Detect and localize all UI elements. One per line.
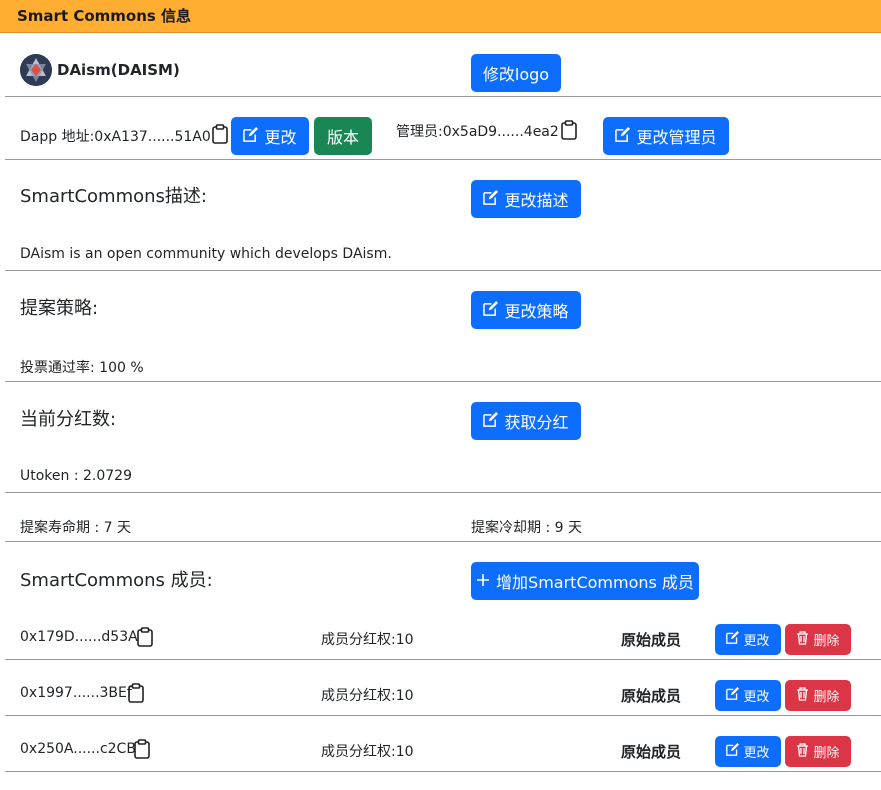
plus-icon	[476, 572, 490, 591]
member-weight: 成员分红权:10	[321, 632, 414, 648]
dao-name: DAism(DAISM)	[57, 61, 180, 79]
version-label: 版本	[326, 128, 359, 147]
description-text: DAism is an open community which develop…	[20, 246, 392, 262]
clipboard-icon[interactable]	[136, 627, 154, 651]
divider	[5, 96, 881, 97]
edit-member-label: 更改	[743, 746, 770, 761]
panel-title: Smart Commons 信息	[17, 7, 192, 25]
edit-icon	[726, 743, 740, 760]
member-row: 0x1997......3BEf 成员分红权:10 原始成员 更改 删除	[0, 668, 881, 716]
edit-icon	[483, 300, 499, 320]
edit-icon	[483, 189, 499, 209]
edit-icon	[726, 687, 740, 704]
member-weight: 成员分红权:10	[321, 688, 414, 704]
member-address: 0x1997......3BEf	[20, 685, 132, 701]
member-role: 原始成员	[621, 687, 682, 705]
delete-member-button[interactable]: 删除	[785, 736, 851, 767]
delete-member-label: 删除	[813, 746, 840, 761]
delete-member-button[interactable]: 删除	[785, 680, 851, 711]
add-member-button[interactable]: 增加SmartCommons 成员	[471, 562, 699, 600]
get-dividend-button[interactable]: 获取分红	[471, 402, 581, 440]
edit-description-button[interactable]: 更改描述	[471, 180, 581, 218]
divider	[5, 715, 881, 716]
edit-member-button[interactable]: 更改	[715, 736, 781, 767]
strategy-heading: 提案策略:	[20, 298, 99, 319]
pass-rate: 投票通过率: 100 %	[20, 360, 144, 376]
member-address: 0x250A......c2CB	[20, 741, 136, 757]
divider	[5, 381, 881, 382]
member-role: 原始成员	[621, 743, 682, 761]
dividend-heading: 当前分红数:	[20, 409, 117, 430]
trash-icon	[796, 630, 809, 649]
get-dividend-label: 获取分红	[504, 413, 569, 432]
divider	[5, 771, 881, 772]
change-address-button[interactable]: 更改	[231, 117, 309, 155]
edit-strategy-button[interactable]: 更改策略	[471, 291, 581, 329]
clipboard-icon[interactable]	[133, 739, 151, 763]
proposal-lifetime: 提案寿命期 : 7 天	[20, 520, 131, 536]
edit-member-label: 更改	[743, 634, 770, 649]
change-address-label: 更改	[264, 128, 297, 147]
delete-member-button[interactable]: 删除	[785, 624, 851, 655]
divider	[5, 159, 881, 160]
dao-logo	[20, 54, 52, 86]
edit-icon	[243, 126, 259, 146]
edit-strategy-label: 更改策略	[504, 302, 569, 321]
trash-icon	[796, 686, 809, 705]
change-logo-label: 修改logo	[482, 65, 550, 84]
clipboard-icon[interactable]	[211, 124, 229, 148]
edit-member-button[interactable]: 更改	[715, 624, 781, 655]
change-manager-button[interactable]: 更改管理员	[603, 117, 729, 155]
add-member-label: 增加SmartCommons 成员	[496, 573, 694, 592]
manager-address: 管理员:0x5aD9......4ea2	[396, 124, 559, 140]
trash-icon	[796, 742, 809, 761]
change-manager-label: 更改管理员	[636, 128, 717, 147]
clipboard-icon[interactable]	[560, 120, 578, 144]
member-row: 0x250A......c2CB 成员分红权:10 原始成员 更改 删除	[0, 724, 881, 772]
divider	[5, 541, 881, 542]
member-weight: 成员分红权:10	[321, 744, 414, 760]
proposal-cooldown: 提案冷却期 : 9 天	[471, 520, 582, 536]
dapp-address: Dapp 地址:0xA137......51A0	[20, 129, 211, 145]
panel-header: Smart Commons 信息	[0, 0, 881, 33]
member-role: 原始成员	[621, 631, 682, 649]
edit-member-button[interactable]: 更改	[715, 680, 781, 711]
divider	[5, 492, 881, 493]
edit-description-label: 更改描述	[504, 191, 569, 210]
change-logo-button[interactable]: 修改logo	[471, 54, 561, 92]
edit-icon	[726, 631, 740, 648]
member-address: 0x179D......d53A	[20, 629, 138, 645]
edit-icon	[483, 411, 499, 431]
divider	[5, 270, 881, 271]
edit-icon	[615, 126, 631, 146]
divider	[5, 659, 881, 660]
delete-member-label: 删除	[813, 634, 840, 649]
version-button[interactable]: 版本	[314, 117, 372, 155]
member-row: 0x179D......d53A 成员分红权:10 原始成员 更改 删除	[0, 612, 881, 660]
delete-member-label: 删除	[813, 690, 840, 705]
clipboard-icon[interactable]	[127, 683, 145, 707]
utoken-amount: Utoken : 2.0729	[20, 468, 132, 484]
edit-member-label: 更改	[743, 690, 770, 705]
description-heading: SmartCommons描述:	[20, 186, 207, 207]
members-heading: SmartCommons 成员:	[20, 570, 213, 591]
